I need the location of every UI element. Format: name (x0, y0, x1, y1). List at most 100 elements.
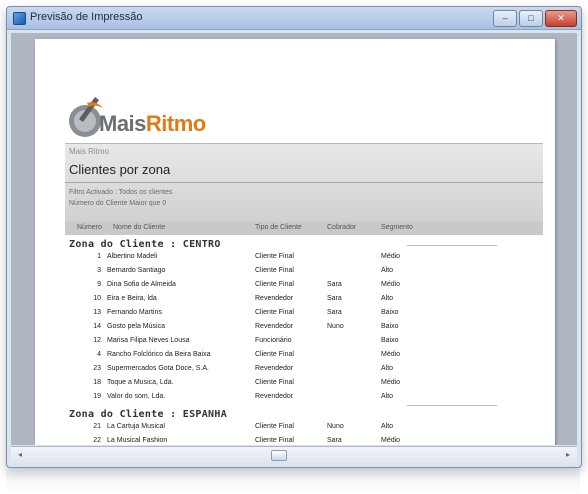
row-name: Albertino Madeli (107, 253, 158, 260)
row-number: 10 (93, 295, 101, 302)
mais-ritmo-logo: MaisRitmo (65, 91, 206, 141)
chevron-left-icon[interactable]: ◂ (15, 450, 25, 460)
row-tipo: Cliente Final (255, 351, 294, 358)
column-header-tipo: Tipo de Cliente (255, 224, 302, 231)
app-window-icon (13, 12, 26, 25)
row-segmento: Alto (381, 423, 394, 430)
table-row: 23 Supermercados Gota Doce, S.A. Revende… (35, 365, 555, 375)
row-tipo: Cliente Final (255, 281, 294, 288)
table-row: 4 Rancho Folclórico da Beira Baixa Clien… (35, 351, 555, 361)
row-number: 22 (93, 437, 101, 444)
row-number: 9 (97, 281, 101, 288)
row-name: Bernardo Santiago (107, 267, 166, 274)
table-row: 12 Marisa Filipa Neves Lousa Funcionário… (35, 337, 555, 347)
column-header-numero: Número (77, 224, 102, 231)
row-tipo: Revendedor (255, 393, 294, 400)
logo-ritmo-text: Ritmo (145, 111, 206, 136)
row-tipo: Funcionário (255, 337, 292, 344)
row-number: 3 (97, 267, 101, 274)
zone-heading-centro: Zona do Cliente : CENTRO (69, 239, 221, 250)
zone-divider (407, 405, 497, 406)
row-segmento: Baixo (381, 337, 399, 344)
close-button[interactable]: ✕ (545, 10, 577, 27)
table-row: 19 Valor do som, Lda. Revendedor Alto (35, 393, 555, 403)
row-number: 14 (93, 323, 101, 330)
row-segmento: Alto (381, 295, 394, 302)
row-tipo: Cliente Final (255, 309, 294, 316)
row-segmento: Alto (381, 365, 394, 372)
scrollbar-thumb[interactable] (271, 450, 287, 461)
row-cobrador: Nuno (327, 423, 344, 430)
window-title: Previsão de Impressão (30, 11, 143, 23)
row-name: Marisa Filipa Neves Lousa (107, 337, 190, 344)
maximize-button[interactable]: □ (519, 10, 543, 27)
table-row: 9 Dina Sofia de Almeida Cliente Final Sa… (35, 281, 555, 291)
table-row: 14 Gosto pela Música Revendedor Nuno Bai… (35, 323, 555, 333)
row-segmento: Médio (381, 437, 401, 444)
report-header: Mais Ritmo Clientes por zona Filtro Acti… (65, 143, 543, 224)
row-number: 19 (93, 393, 101, 400)
horizontal-scrollbar[interactable]: ◂ ▸ (11, 446, 577, 463)
row-segmento: Médio (381, 281, 401, 288)
row-number: 12 (93, 337, 101, 344)
row-number: 21 (93, 423, 101, 430)
window-controls: – □ ✕ (493, 10, 577, 27)
row-name: Supermercados Gota Doce, S.A. (107, 365, 209, 372)
zone-heading-espanha: Zona do Cliente : ESPANHA (69, 409, 228, 420)
row-segmento: Baixo (381, 323, 399, 330)
report-title: Clientes por zona (69, 162, 171, 177)
row-number: 13 (93, 309, 101, 316)
row-segmento: Alto (381, 393, 394, 400)
row-number: 1 (97, 253, 101, 260)
row-cobrador: Sara (327, 309, 342, 316)
table-row: 18 Toque a Musica, Lda. Cliente Final Mé… (35, 379, 555, 389)
table-row: 10 Eira e Beira, lda Revendedor Sara Alt… (35, 295, 555, 305)
row-number: 4 (97, 351, 101, 358)
row-segmento: Alto (381, 267, 394, 274)
filter-text-2: Número do Cliente Maior que 0 (69, 200, 167, 207)
print-preview-window: Previsão de Impressão – □ ✕ MaisRitmo Ma… (6, 6, 582, 468)
row-name: La Musical Fashion (107, 437, 168, 444)
header-divider (65, 182, 543, 183)
column-header-cobrador: Cobrador (327, 224, 357, 231)
filter-text-1: Filtro Activado : Todos os clientes (69, 189, 173, 196)
row-name: Valor do som, Lda. (107, 393, 166, 400)
row-segmento: Médio (381, 351, 401, 358)
row-tipo: Revendedor (255, 295, 294, 302)
row-tipo: Revendedor (255, 365, 294, 372)
row-cobrador: Nuno (327, 323, 344, 330)
table-row: 13 Fernando Martins Cliente Final Sara B… (35, 309, 555, 319)
row-name: Eira e Beira, lda (107, 295, 157, 302)
row-tipo: Revendedor (255, 323, 294, 330)
report-page: MaisRitmo Mais Ritmo Clientes por zona F… (35, 39, 555, 445)
row-name: Gosto pela Música (107, 323, 165, 330)
row-cobrador: Sara (327, 437, 342, 444)
row-tipo: Cliente Final (255, 267, 294, 274)
row-name: Fernando Martins (107, 309, 162, 316)
logo-wordmark: MaisRitmo (99, 111, 206, 137)
column-header-segmento: Segmento (381, 224, 413, 231)
column-header-band: Número Nome do Cliente Tipo de Cliente C… (65, 222, 543, 235)
zone-divider (407, 245, 497, 246)
table-row: 21 La Cartuja Musical Cliente Final Nuno… (35, 423, 555, 433)
row-number: 23 (93, 365, 101, 372)
row-tipo: Cliente Final (255, 437, 294, 444)
chevron-right-icon[interactable]: ▸ (563, 450, 573, 460)
preview-area[interactable]: MaisRitmo Mais Ritmo Clientes por zona F… (11, 33, 577, 445)
column-header-nome: Nome do Cliente (113, 224, 166, 231)
title-bar[interactable]: Previsão de Impressão – □ ✕ (7, 7, 581, 30)
company-name: Mais Ritmo (69, 147, 110, 156)
row-cobrador: Sara (327, 295, 342, 302)
row-name: Rancho Folclórico da Beira Baixa (107, 351, 211, 358)
row-tipo: Cliente Final (255, 423, 294, 430)
row-tipo: Cliente Final (255, 253, 294, 260)
row-segmento: Baixo (381, 309, 399, 316)
row-number: 18 (93, 379, 101, 386)
table-row: 1 Albertino Madeli Cliente Final Médio (35, 253, 555, 263)
row-name: Toque a Musica, Lda. (107, 379, 174, 386)
minimize-button[interactable]: – (493, 10, 517, 27)
window-reflection (6, 468, 580, 494)
row-segmento: Médio (381, 379, 401, 386)
row-cobrador: Sara (327, 281, 342, 288)
table-row: 3 Bernardo Santiago Cliente Final Alto (35, 267, 555, 277)
